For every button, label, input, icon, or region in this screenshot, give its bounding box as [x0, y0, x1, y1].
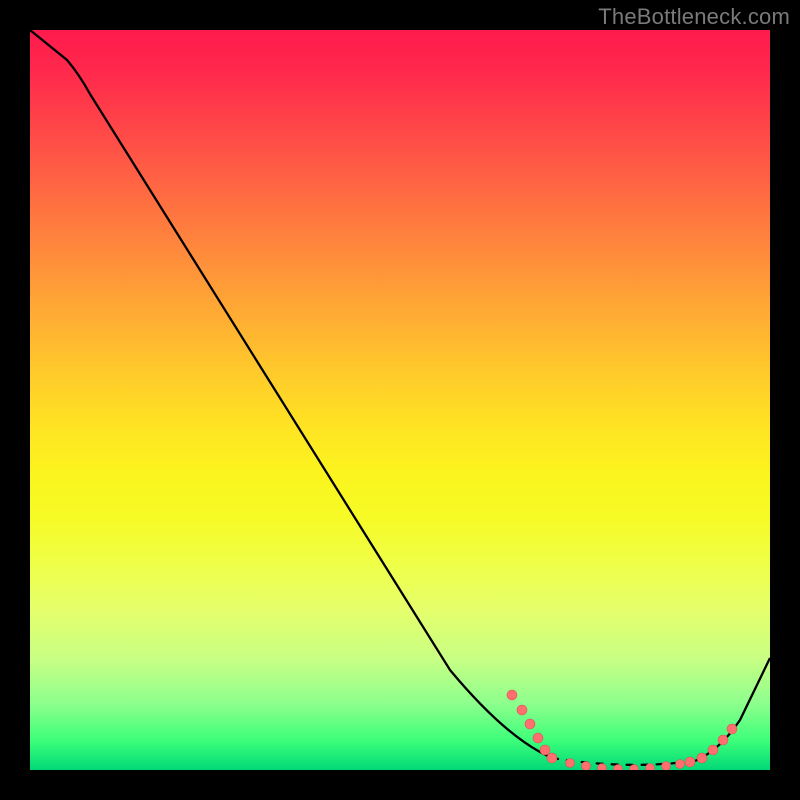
watermark-text: TheBottleneck.com [598, 4, 790, 30]
marker-group-right [685, 724, 737, 767]
bottleneck-curve [30, 30, 770, 761]
marker-group-left [507, 690, 557, 763]
marker-group-bottom [566, 759, 685, 771]
curve-svg [30, 30, 770, 770]
plot-area [30, 30, 770, 770]
chart-frame: TheBottleneck.com [0, 0, 800, 800]
